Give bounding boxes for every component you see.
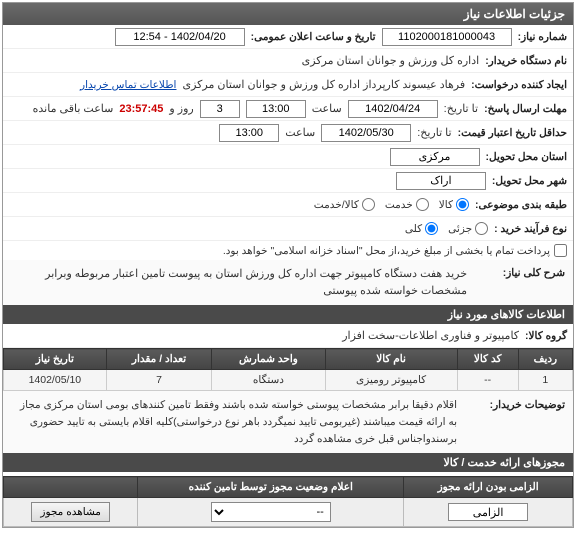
th-code: کد کالا	[457, 349, 518, 370]
announce-label: تاریخ و ساعت اعلان عمومی:	[251, 31, 376, 43]
buyer-org-label: نام دستگاه خریدار:	[485, 55, 567, 67]
deadline-date-input[interactable]	[348, 100, 438, 118]
proc-full-radio[interactable]	[425, 222, 438, 235]
goods-section-header: اطلاعات کالاهای مورد نیاز	[3, 305, 573, 324]
cls-service-option[interactable]: خدمت	[385, 198, 429, 211]
proc-full-option[interactable]: کلی	[405, 222, 438, 235]
mandatory-input[interactable]	[448, 503, 528, 521]
general-desc-label: شرح کلی نیاز:	[475, 266, 565, 299]
th-date: تاریخ نیاز	[4, 349, 107, 370]
install-state-label: استان محل تحویل:	[486, 151, 567, 163]
payment-note-text: پرداخت تمام یا بخشی از مبلغ خرید،از محل …	[223, 245, 550, 257]
min-validity-ta: تا تاریخ:	[417, 126, 451, 139]
cell-unit: دستگاه	[212, 370, 325, 391]
row-need-no: شماره نیاز: تاریخ و ساعت اعلان عمومی:	[3, 25, 573, 49]
th-idx: ردیف	[518, 349, 572, 370]
min-validity-label: حداقل تاریخ اعتبار قیمت:	[458, 127, 567, 139]
buyer-notes-row: توضیحات خریدار: اقلام دقیقا برابر مشخصات…	[3, 391, 573, 453]
permits-section-header: مجوزهای ارائه خدمت / کالا	[3, 453, 573, 472]
cell-date: 1402/05/10	[4, 370, 107, 391]
min-validity-saat: ساعت	[285, 126, 315, 139]
contact-buyer-link[interactable]: اطلاعات تماس خریدار	[80, 79, 176, 91]
row-goods-group: گروه کالا: کامپیوتر و فناوری اطلاعات-سخت…	[3, 324, 573, 348]
cls-goods-radio[interactable]	[456, 198, 469, 211]
th-unit: واحد شمارش	[212, 349, 325, 370]
permit-status-select[interactable]: --	[211, 502, 331, 522]
row-install-state: استان محل تحویل:	[3, 145, 573, 169]
need-details-panel: جزئیات اطلاعات نیاز شماره نیاز: تاریخ و …	[2, 2, 574, 528]
view-permit-button[interactable]: مشاهده مجوز	[31, 502, 110, 522]
row-buyer-org: نام دستگاه خریدار: اداره کل ورزش و جوانا…	[3, 49, 573, 73]
requester-label: ایجاد کننده درخواست:	[471, 79, 567, 91]
proc-partial-option[interactable]: جزئی	[448, 222, 488, 235]
cls-both-radio[interactable]	[362, 198, 375, 211]
remain-label: ساعت باقی مانده	[33, 102, 114, 115]
days-left-input[interactable]	[200, 100, 240, 118]
row-deadline: مهلت ارسال پاسخ: تا تاریخ: ساعت روز و 23…	[3, 97, 573, 121]
need-no-label: شماره نیاز:	[518, 31, 567, 43]
permits-header-row: الزامی بودن ارائه مجوز اعلام وضعیت مجوز …	[4, 477, 573, 498]
deadline-label: مهلت ارسال پاسخ:	[484, 103, 567, 115]
cell-mandatory	[404, 498, 573, 527]
proc-partial-radio[interactable]	[475, 222, 488, 235]
treasury-payment-checkbox[interactable]	[554, 244, 567, 257]
deadline-ta: تا تاریخ:	[444, 102, 478, 115]
min-validity-time-input[interactable]	[219, 124, 279, 142]
install-city-label: شهر محل تحویل:	[492, 175, 567, 187]
cell-qty: 7	[106, 370, 212, 391]
process-type-label: نوع فرآیند خرید :	[494, 223, 567, 235]
requester-value: فرهاد عیسوند کارپرداز اداره کل ورزش و جو…	[182, 78, 465, 91]
row-install-city: شهر محل تحویل:	[3, 169, 573, 193]
cell-status: --	[138, 498, 404, 527]
process-radio-group: جزئی کلی	[405, 222, 488, 235]
th-mandatory: الزامی بودن ارائه مجوز	[404, 477, 573, 498]
table-header-row: ردیف کد کالا نام کالا واحد شمارش تعداد /…	[4, 349, 573, 370]
deadline-saat: ساعت	[312, 102, 342, 115]
cell-code: --	[457, 370, 518, 391]
general-desc-row: شرح کلی نیاز: خرید هفت دستگاه کامپیوتر ج…	[3, 260, 573, 305]
table-row[interactable]: 1 -- کامپیوتر رومیزی دستگاه 7 1402/05/10	[4, 370, 573, 391]
deadline-time-input[interactable]	[246, 100, 306, 118]
deadline-rooz: روز و	[169, 102, 193, 115]
panel-header: جزئیات اطلاعات نیاز	[3, 3, 573, 25]
th-action	[4, 477, 138, 498]
general-desc-text: خرید هفت دستگاه کامپیوتر جهت اداره کل ور…	[11, 266, 467, 299]
permits-row: -- مشاهده مجوز	[4, 498, 573, 527]
th-status: اعلام وضعیت مجوز توسط تامین کننده	[138, 477, 404, 498]
classification-radio-group: کالا خدمت کالا/خدمت	[314, 198, 469, 211]
row-process-type: نوع فرآیند خرید : جزئی کلی	[3, 217, 573, 241]
install-state-input[interactable]	[390, 148, 480, 166]
th-name: نام کالا	[325, 349, 457, 370]
cls-service-radio[interactable]	[416, 198, 429, 211]
cls-both-option[interactable]: کالا/خدمت	[314, 198, 375, 211]
install-city-input[interactable]	[396, 172, 486, 190]
goods-table: ردیف کد کالا نام کالا واحد شمارش تعداد /…	[3, 348, 573, 391]
row-min-validity: حداقل تاریخ اعتبار قیمت: تا تاریخ: ساعت	[3, 121, 573, 145]
buyer-org-value: اداره کل ورزش و جوانان استان مرکزی	[302, 54, 480, 67]
th-qty: تعداد / مقدار	[106, 349, 212, 370]
cell-name: کامپیوتر رومیزی	[325, 370, 457, 391]
buyer-notes-text: اقلام دقیقا برابر مشخصات پیوستی خواسته ش…	[11, 397, 457, 447]
buyer-notes-label: توضیحات خریدار:	[465, 397, 565, 447]
cls-goods-option[interactable]: کالا	[439, 198, 469, 211]
min-validity-date-input[interactable]	[321, 124, 411, 142]
need-no-input[interactable]	[382, 28, 512, 46]
goods-group-value: کامپیوتر و فناوری اطلاعات-سخت افزار	[342, 329, 519, 342]
goods-group-label: گروه کالا:	[525, 330, 567, 342]
permits-table: الزامی بودن ارائه مجوز اعلام وضعیت مجوز …	[3, 476, 573, 527]
cell-action: مشاهده مجوز	[4, 498, 138, 527]
row-requester: ایجاد کننده درخواست: فرهاد عیسوند کارپرد…	[3, 73, 573, 97]
classification-label: طبقه بندی موضوعی:	[475, 199, 567, 211]
cell-idx: 1	[518, 370, 572, 391]
time-remaining: 23:57:45	[119, 103, 163, 115]
row-classification: طبقه بندی موضوعی: کالا خدمت کالا/خدمت	[3, 193, 573, 217]
announce-input[interactable]	[115, 28, 245, 46]
row-payment-note: پرداخت تمام یا بخشی از مبلغ خرید،از محل …	[3, 241, 573, 260]
